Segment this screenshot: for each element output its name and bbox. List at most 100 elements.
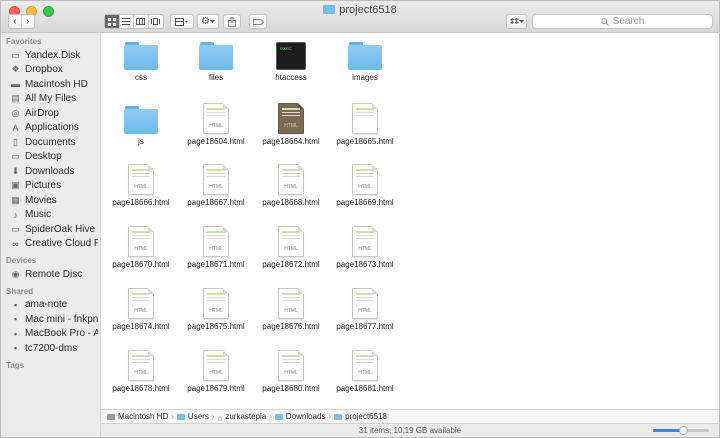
- sidebar-item[interactable]: ∞ Creative Cloud Files: [10, 237, 98, 251]
- file-type-badge: HTML: [284, 184, 298, 190]
- cover-flow-button[interactable]: [149, 15, 163, 28]
- file-item[interactable]: HTML page18680.html: [253, 350, 329, 393]
- file-item[interactable]: HTML page18675.html: [178, 288, 254, 331]
- page-line: [207, 297, 225, 298]
- path-segment[interactable]: Macintosh HD: [107, 412, 168, 421]
- path-segment[interactable]: ⌂ zurkastepla: [217, 412, 266, 423]
- finder-window: project6518 ‹ › ⚙ Search Favorites ▭ Yan…: [0, 0, 720, 438]
- file-item[interactable]: images: [327, 42, 403, 82]
- file-item[interactable]: HTML page18676.html: [253, 288, 329, 331]
- sidebar-item[interactable]: ♪ Music: [10, 208, 98, 222]
- file-item[interactable]: HTML page18674.html: [103, 288, 179, 331]
- file-item[interactable]: HTML page18604.html: [178, 103, 254, 146]
- sidebar-item[interactable]: ◎ AirDrop: [10, 106, 98, 120]
- sidebar-item[interactable]: ▤ All My Files: [10, 92, 98, 106]
- page-lines: [356, 169, 374, 179]
- folder-body: [199, 45, 233, 70]
- file-item[interactable]: exec htaccess: [253, 42, 329, 82]
- page-lines: [207, 169, 225, 179]
- file-item[interactable]: files: [178, 42, 254, 82]
- file-item[interactable]: HTML page18670.html: [103, 226, 179, 269]
- sidebar-item[interactable]: ◉ Remote Disc: [10, 267, 98, 281]
- share-button[interactable]: [223, 14, 241, 29]
- file-item[interactable]: HTML page18664.html: [253, 103, 329, 146]
- forward-button[interactable]: ›: [22, 15, 34, 28]
- sidebar-item-label: Creative Cloud Files: [25, 238, 98, 249]
- file-item[interactable]: HTML page18677.html: [327, 288, 403, 331]
- file-type-badge: HTML: [209, 246, 223, 252]
- search-field[interactable]: Search: [532, 14, 713, 29]
- sidebar-item[interactable]: ▭ Desktop: [10, 150, 98, 164]
- file-item[interactable]: HTML page18669.html: [327, 164, 403, 207]
- sidebar-item[interactable]: ▪ MacBook Pro - Ale...: [10, 327, 98, 341]
- sidebar-item[interactable]: ▯ Documents: [10, 135, 98, 149]
- sidebar-item-label: Documents: [25, 136, 76, 148]
- sidebar-item[interactable]: ▣ Pictures: [10, 179, 98, 193]
- page-line: [132, 355, 150, 357]
- sidebar-item-label: Yandex.Disk: [25, 49, 81, 61]
- sidebar-item[interactable]: ▪ Mac mini - fnkpnk: [10, 312, 98, 326]
- file-item[interactable]: js: [103, 106, 179, 146]
- file-name: js: [138, 137, 144, 146]
- file-name: page18672.html: [262, 260, 320, 269]
- file-type-badge: HTML: [209, 184, 223, 190]
- icon-view-button[interactable]: [105, 15, 120, 28]
- page-lines: [207, 293, 225, 303]
- file-item[interactable]: HTML page18673.html: [327, 226, 403, 269]
- page-line: [207, 359, 225, 360]
- html-document-icon: HTML: [203, 164, 229, 195]
- page-line: [356, 108, 374, 110]
- sidebar-item[interactable]: ▭ Yandex.Disk: [10, 48, 98, 62]
- back-button[interactable]: ‹: [9, 15, 22, 28]
- downloads-icon: ⬇: [11, 165, 20, 176]
- sidebar-item[interactable]: ▦ Movies: [10, 193, 98, 207]
- file-item[interactable]: HTML page18672.html: [253, 226, 329, 269]
- sidebar-item[interactable]: ▭ SpiderOak Hive: [10, 222, 98, 236]
- file-item[interactable]: css: [103, 42, 179, 82]
- tag-button[interactable]: [249, 14, 267, 29]
- computer-icon: ▪: [13, 314, 18, 324]
- sidebar-item[interactable]: ▪ ama-note: [10, 298, 98, 312]
- documents-icon: ▯: [13, 136, 18, 147]
- page-line: [282, 169, 300, 171]
- file-item[interactable]: HTML page18679.html: [178, 350, 254, 393]
- view-mode-control: [104, 14, 164, 29]
- sidebar-item-label: tc7200-dms: [25, 342, 78, 354]
- sidebar-item[interactable]: ⬇ Downloads: [10, 164, 98, 178]
- arrange-button[interactable]: [170, 14, 194, 29]
- html-document-icon: HTML: [128, 288, 154, 319]
- folder-icon: [348, 42, 382, 70]
- path-segment[interactable]: Users: [176, 412, 209, 421]
- file-item[interactable]: HTML page18667.html: [178, 164, 254, 207]
- path-segment[interactable]: project6518: [334, 412, 387, 421]
- action-button[interactable]: ⚙: [197, 14, 219, 29]
- file-item[interactable]: HTML page18681.html: [327, 350, 403, 393]
- gear-icon: ⚙: [201, 16, 210, 27]
- page-line: [132, 359, 150, 360]
- sidebar-item-label: AirDrop: [25, 107, 59, 119]
- file-item[interactable]: HTML page18671.html: [178, 226, 254, 269]
- file-item[interactable]: HTML page18666.html: [103, 164, 179, 207]
- html-document-icon: HTML: [128, 226, 154, 257]
- file-item[interactable]: HTML page18668.html: [253, 164, 329, 207]
- column-view-button[interactable]: [134, 15, 149, 28]
- title-bar: project6518 ‹ › ⚙ Search: [1, 1, 719, 33]
- path-segment[interactable]: Downloads: [274, 412, 326, 421]
- html-document-icon: HTML: [278, 103, 304, 134]
- sidebar-item[interactable]: ▪ tc7200-dms: [10, 341, 98, 355]
- sidebar-item[interactable]: ❖ Dropbox: [10, 63, 98, 77]
- icon-size-slider[interactable]: [653, 426, 709, 435]
- file-item[interactable]: page18665.html: [327, 103, 403, 146]
- page-line: [356, 173, 374, 174]
- sidebar-item[interactable]: A Applications: [10, 121, 98, 135]
- page-lines: [282, 169, 300, 179]
- dropbox-icon: ❖: [11, 64, 20, 74]
- sidebar-item[interactable]: ▬ Macintosh HD: [10, 77, 98, 91]
- page-lines: [282, 355, 300, 365]
- file-item[interactable]: HTML page18678.html: [103, 350, 179, 393]
- dropbox-button[interactable]: [506, 14, 527, 29]
- file-name: images: [352, 73, 378, 82]
- file-type-badge: HTML: [358, 370, 372, 376]
- page-line: [282, 297, 300, 298]
- list-view-button[interactable]: [120, 15, 135, 28]
